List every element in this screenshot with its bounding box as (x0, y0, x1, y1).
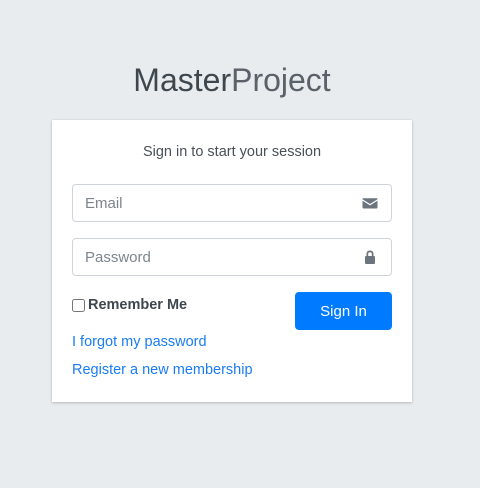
login-box-message: Sign in to start your session (142, 144, 322, 160)
login-card: Sign in to start your session Remember M… (52, 120, 412, 402)
remember-me-label[interactable]: Remember Me (88, 297, 187, 313)
lock-icon (365, 250, 375, 264)
app-logo[interactable]: MasterProject (0, 60, 464, 100)
logo-bold-text: Master (133, 62, 232, 98)
logo-light-text: Project (231, 62, 331, 98)
remember-me-checkbox[interactable] (72, 298, 85, 312)
password-input-group (72, 238, 392, 276)
password-input[interactable] (73, 239, 349, 275)
envelope-icon (362, 198, 378, 209)
email-input[interactable] (73, 185, 349, 221)
remember-me: Remember Me (72, 296, 187, 314)
email-input-group (72, 184, 392, 222)
register-link[interactable]: Register a new membership (72, 362, 253, 378)
forgot-password-link[interactable]: I forgot my password (72, 334, 207, 350)
sign-in-button[interactable]: Sign In (295, 292, 392, 330)
